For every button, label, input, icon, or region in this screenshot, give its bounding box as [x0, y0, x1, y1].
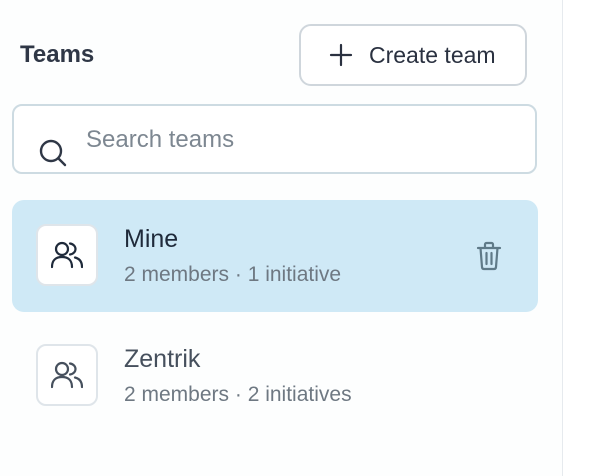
search-input[interactable] — [86, 120, 506, 160]
create-team-label: Create team — [369, 41, 496, 68]
users-icon — [51, 361, 83, 389]
teams-panel: Teams Create team Mine 2 members · 1 ini… — [0, 0, 563, 476]
trash-icon[interactable] — [475, 241, 503, 271]
users-icon — [51, 241, 83, 269]
team-meta: 2 members · 1 initiative — [124, 263, 342, 286]
search-icon — [39, 139, 67, 167]
plus-icon — [329, 43, 353, 67]
team-name: Mine — [124, 225, 179, 253]
team-meta: 2 members · 2 initiatives — [124, 383, 352, 406]
team-avatar — [36, 344, 98, 406]
team-item-mine[interactable]: Mine 2 members · 1 initiative — [12, 200, 538, 312]
team-avatar — [36, 224, 98, 286]
team-name: Zentrik — [124, 345, 201, 373]
page-title: Teams — [20, 41, 95, 68]
team-item-zentrik[interactable]: Zentrik 2 members · 2 initiatives — [12, 320, 538, 432]
create-team-button[interactable]: Create team — [299, 24, 527, 86]
search-box[interactable] — [12, 104, 537, 174]
